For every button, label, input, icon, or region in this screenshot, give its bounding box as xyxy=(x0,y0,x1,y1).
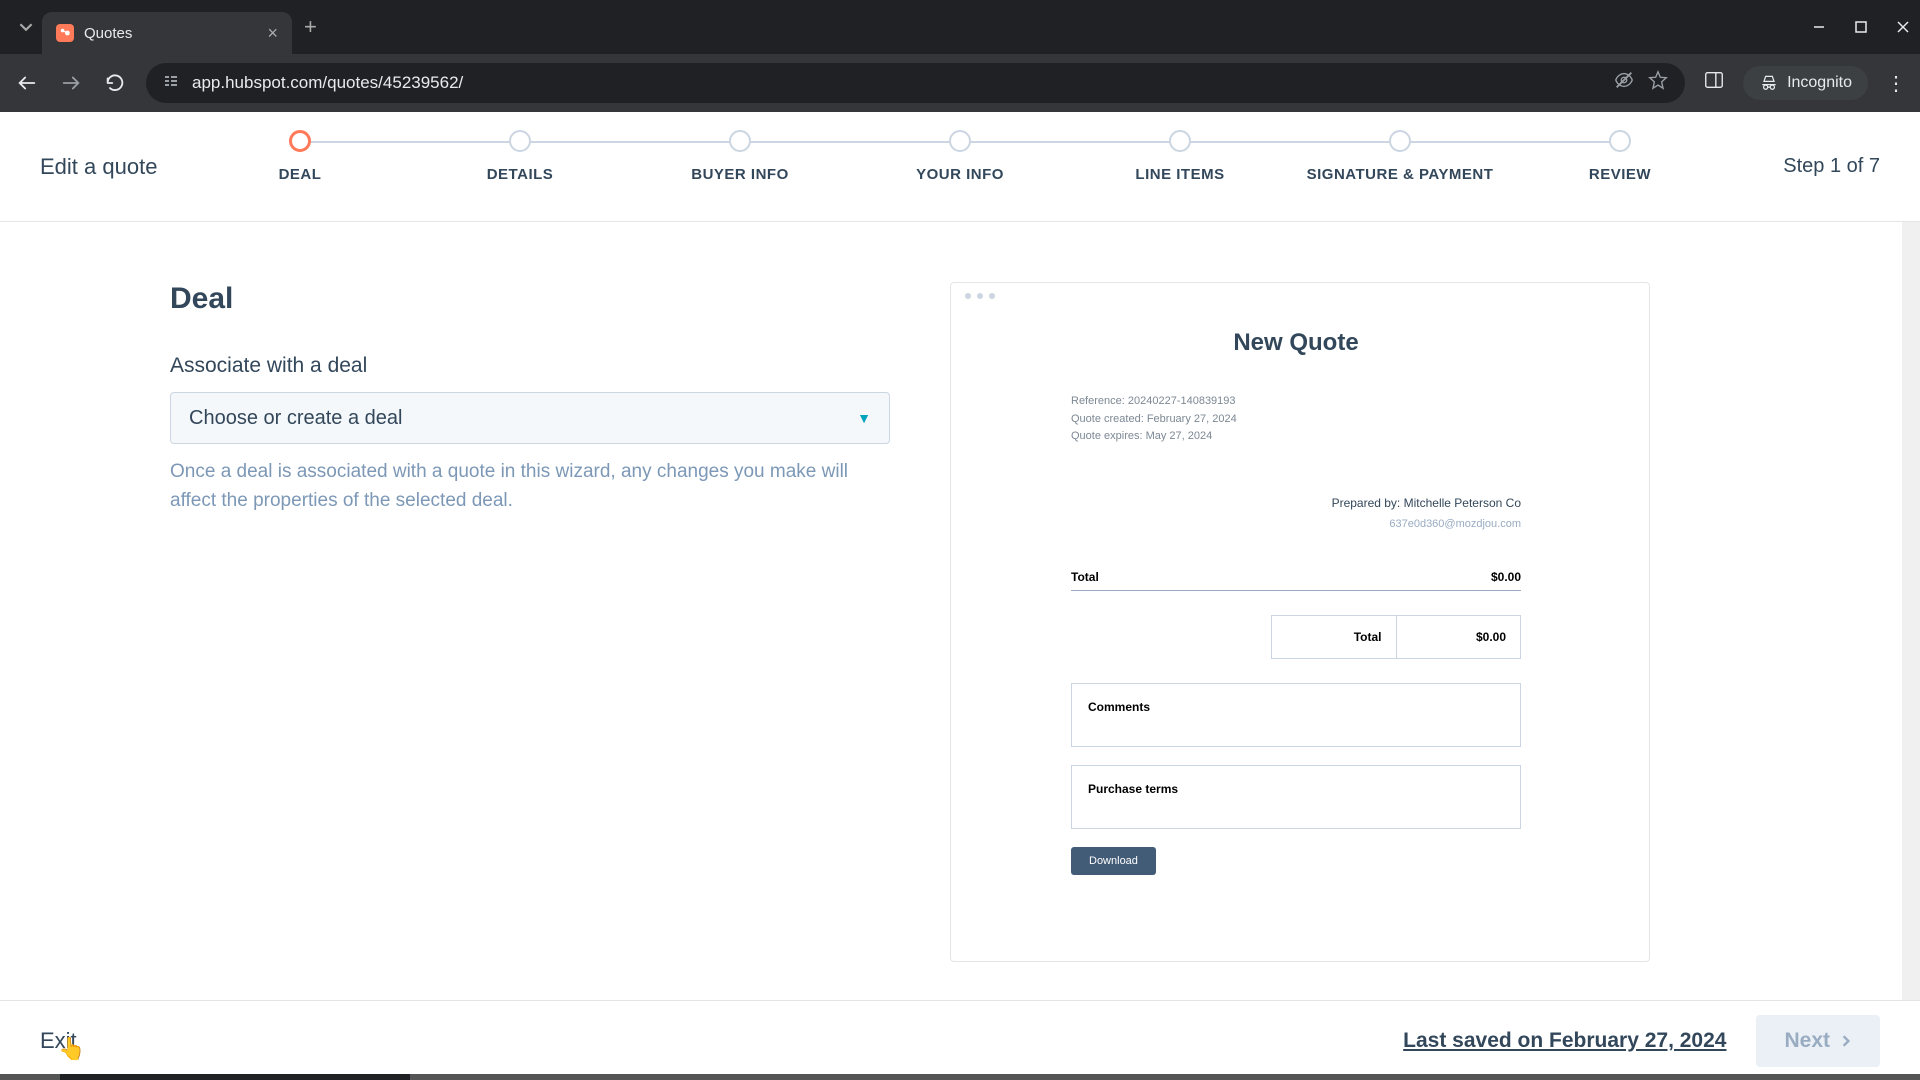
box-total-value: $0.00 xyxy=(1397,616,1521,658)
step-label: REVIEW xyxy=(1589,166,1651,183)
step-circle-icon xyxy=(1169,130,1191,152)
step-circle-icon xyxy=(509,130,531,152)
preview-expires: Quote expires: May 27, 2024 xyxy=(1071,428,1521,446)
step-line-items[interactable]: LINE ITEMS xyxy=(1070,130,1290,183)
deal-select[interactable]: Choose or create a deal ▼ xyxy=(170,392,890,444)
wizard-footer: Exit 👆 Last saved on February 27, 2024 N… xyxy=(0,1000,1920,1080)
step-indicator: Step 1 of 7 xyxy=(1783,155,1880,178)
browser-tab[interactable]: Quotes × xyxy=(42,12,292,54)
step-label: YOUR INFO xyxy=(916,166,1004,183)
page-scrollbar[interactable] xyxy=(1902,222,1920,1052)
step-circle-icon xyxy=(289,130,311,152)
step-label: DETAILS xyxy=(487,166,554,183)
tab-title: Quotes xyxy=(84,25,257,42)
step-label: LINE ITEMS xyxy=(1135,166,1224,183)
step-circle-icon xyxy=(729,130,751,152)
app-header: Edit a quote DEAL DETAILS BUYER INFO YOU… xyxy=(0,112,1920,222)
incognito-badge[interactable]: Incognito xyxy=(1743,66,1868,100)
window-controls xyxy=(1812,20,1910,34)
tab-search-dropdown[interactable] xyxy=(10,11,42,43)
step-deal[interactable]: DEAL xyxy=(190,130,410,183)
step-label: DEAL xyxy=(279,166,322,183)
side-panel-icon[interactable] xyxy=(1703,69,1725,97)
preview-total-box: Total $0.00 xyxy=(1271,615,1521,659)
chevron-right-icon xyxy=(1840,1035,1852,1047)
maximize-button[interactable] xyxy=(1854,20,1868,34)
next-button[interactable]: Next xyxy=(1756,1015,1880,1067)
preview-comments-box: Comments xyxy=(1071,683,1521,747)
address-bar[interactable]: app.hubspot.com/quotes/45239562/ xyxy=(146,63,1685,103)
step-review[interactable]: REVIEW xyxy=(1510,130,1730,183)
bookmark-star-icon[interactable] xyxy=(1647,69,1669,97)
reload-button[interactable] xyxy=(102,72,128,94)
page-title: Edit a quote xyxy=(40,154,157,180)
select-placeholder: Choose or create a deal xyxy=(189,407,402,430)
cursor-pointer-icon: 👆 xyxy=(58,1036,85,1062)
site-info-icon[interactable] xyxy=(162,72,180,95)
minimize-button[interactable] xyxy=(1812,20,1826,34)
total-label: Total xyxy=(1071,570,1099,584)
incognito-label: Incognito xyxy=(1787,74,1852,92)
browser-tab-strip: Quotes × + xyxy=(0,0,1920,54)
preview-meta: Reference: 20240227-140839193 Quote crea… xyxy=(1071,393,1521,446)
step-details[interactable]: DETAILS xyxy=(410,130,630,183)
chevron-down-icon xyxy=(19,20,33,34)
wizard-stepper: DEAL DETAILS BUYER INFO YOUR INFO LINE I… xyxy=(190,130,1730,183)
close-window-button[interactable] xyxy=(1896,20,1910,34)
main-content: Deal Associate with a deal Choose or cre… xyxy=(0,222,1920,1052)
hubspot-favicon xyxy=(56,24,74,42)
section-title: Deal xyxy=(170,282,890,316)
step-label: BUYER INFO xyxy=(691,166,789,183)
browser-menu-icon[interactable]: ⋮ xyxy=(1886,71,1906,96)
step-your-info[interactable]: YOUR INFO xyxy=(850,130,1070,183)
last-saved-link[interactable]: Last saved on February 27, 2024 xyxy=(1403,1029,1726,1053)
preview-download-button[interactable]: Download xyxy=(1071,847,1156,875)
eye-blocked-icon[interactable] xyxy=(1613,69,1635,97)
taskbar xyxy=(0,1074,1920,1080)
step-signature-payment[interactable]: SIGNATURE & PAYMENT xyxy=(1290,130,1510,183)
step-circle-icon xyxy=(949,130,971,152)
step-buyer-info[interactable]: BUYER INFO xyxy=(630,130,850,183)
preview-window-dots xyxy=(951,283,1649,309)
incognito-icon xyxy=(1759,73,1779,93)
close-tab-icon[interactable]: × xyxy=(267,23,278,44)
field-label: Associate with a deal xyxy=(170,354,890,378)
deal-form-panel: Deal Associate with a deal Choose or cre… xyxy=(170,282,890,1052)
preview-reference: Reference: 20240227-140839193 xyxy=(1071,393,1521,411)
quote-preview-panel: New Quote Reference: 20240227-140839193 … xyxy=(950,282,1650,962)
preview-terms-box: Purchase terms xyxy=(1071,765,1521,829)
step-circle-icon xyxy=(1609,130,1631,152)
preview-total-line: Total $0.00 xyxy=(1071,570,1521,591)
preview-created: Quote created: February 27, 2024 xyxy=(1071,411,1521,429)
preview-scroll[interactable]: New Quote Reference: 20240227-140839193 … xyxy=(951,309,1649,961)
preview-prepared-by: Prepared by: Mitchelle Peterson Co xyxy=(1071,496,1521,510)
preview-email: 637e0d360@mozdjou.com xyxy=(1071,518,1521,530)
url-text: app.hubspot.com/quotes/45239562/ xyxy=(192,73,1601,93)
back-button[interactable] xyxy=(14,72,40,94)
forward-button[interactable] xyxy=(58,72,84,94)
step-circle-icon xyxy=(1389,130,1411,152)
preview-title: New Quote xyxy=(1071,329,1521,357)
exit-button[interactable]: Exit 👆 xyxy=(40,1028,77,1054)
step-label: SIGNATURE & PAYMENT xyxy=(1307,166,1494,183)
terms-label: Purchase terms xyxy=(1088,782,1178,796)
total-value: $0.00 xyxy=(1491,570,1521,584)
comments-label: Comments xyxy=(1088,700,1150,714)
helper-text: Once a deal is associated with a quote i… xyxy=(170,458,890,515)
browser-toolbar: app.hubspot.com/quotes/45239562/ Incogni… xyxy=(0,54,1920,112)
new-tab-button[interactable]: + xyxy=(304,14,317,40)
chevron-down-icon: ▼ xyxy=(857,410,871,426)
box-total-label: Total xyxy=(1272,616,1397,658)
